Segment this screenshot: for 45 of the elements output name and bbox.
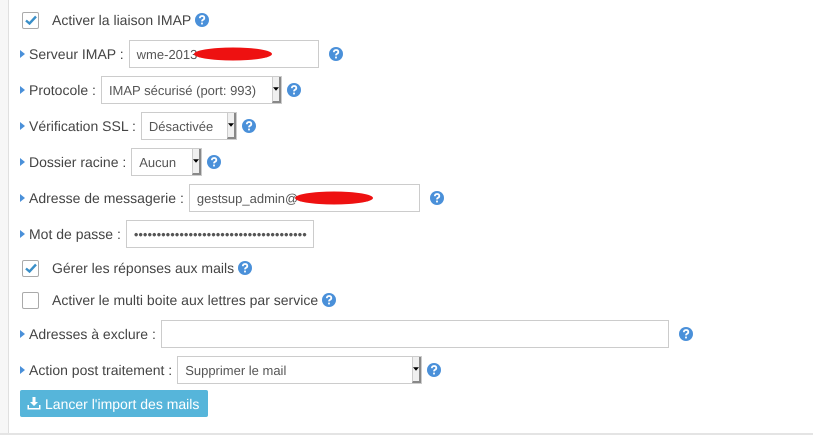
- input-field[interactable]: wme-2013: [128, 40, 319, 68]
- download-icon: [27, 397, 41, 410]
- caret-right-icon: [20, 230, 25, 238]
- help-icon[interactable]: [678, 327, 693, 341]
- caret-right-icon: [20, 194, 25, 202]
- select-dropdown[interactable]: Supprimer le mail: [177, 356, 422, 384]
- help-icon[interactable]: [427, 363, 442, 377]
- field-label: Dossier racine :: [29, 154, 126, 170]
- caret-right-icon: [20, 122, 25, 130]
- field-label: Mot de passe :: [29, 226, 121, 242]
- help-icon[interactable]: [207, 155, 222, 169]
- input-field[interactable]: gestsup_admin@: [188, 184, 420, 212]
- checkbox-label: Gérer les réponses aux mails: [52, 260, 234, 276]
- select-dropdown[interactable]: Désactivée: [140, 112, 237, 140]
- caret-right-icon: [20, 366, 25, 374]
- input-field[interactable]: [160, 320, 669, 348]
- select-dropdown[interactable]: Aucun: [131, 148, 202, 176]
- caret-right-icon: [20, 330, 25, 338]
- checkbox[interactable]: [22, 12, 39, 28]
- caret-down-icon: [228, 123, 234, 127]
- field-label: Action post traitement :: [29, 362, 172, 378]
- caret-down-icon: [193, 159, 200, 163]
- field-label: Adresse de messagerie :: [29, 190, 184, 206]
- caret-right-icon: [20, 158, 25, 166]
- checkbox[interactable]: [22, 292, 39, 308]
- field-label: Vérification SSL :: [29, 118, 136, 134]
- checkbox[interactable]: [22, 260, 39, 276]
- caret-down-icon: [272, 87, 279, 91]
- caret-right-icon: [20, 50, 25, 58]
- checkbox-label: Activer la liaison IMAP: [52, 12, 192, 28]
- field-label: Serveur IMAP :: [29, 46, 124, 62]
- help-icon[interactable]: [238, 261, 252, 275]
- field-label: Protocole :: [29, 82, 96, 98]
- caret-down-icon: [413, 367, 420, 371]
- select-dropdown[interactable]: IMAP sécurisé (port: 993): [100, 76, 282, 104]
- help-icon[interactable]: [322, 293, 336, 307]
- help-icon[interactable]: [195, 13, 210, 27]
- help-icon[interactable]: [328, 47, 343, 61]
- checkbox-label: Activer le multi boite aux lettres par service: [52, 292, 318, 308]
- input-field[interactable]: ••••••••••••••••••••••••••••••••••••••: [126, 220, 314, 248]
- help-icon[interactable]: [242, 119, 256, 133]
- caret-right-icon: [20, 86, 25, 94]
- field-label: Adresses à exclure :: [29, 326, 156, 342]
- help-icon[interactable]: [286, 83, 301, 97]
- help-icon[interactable]: [430, 191, 444, 205]
